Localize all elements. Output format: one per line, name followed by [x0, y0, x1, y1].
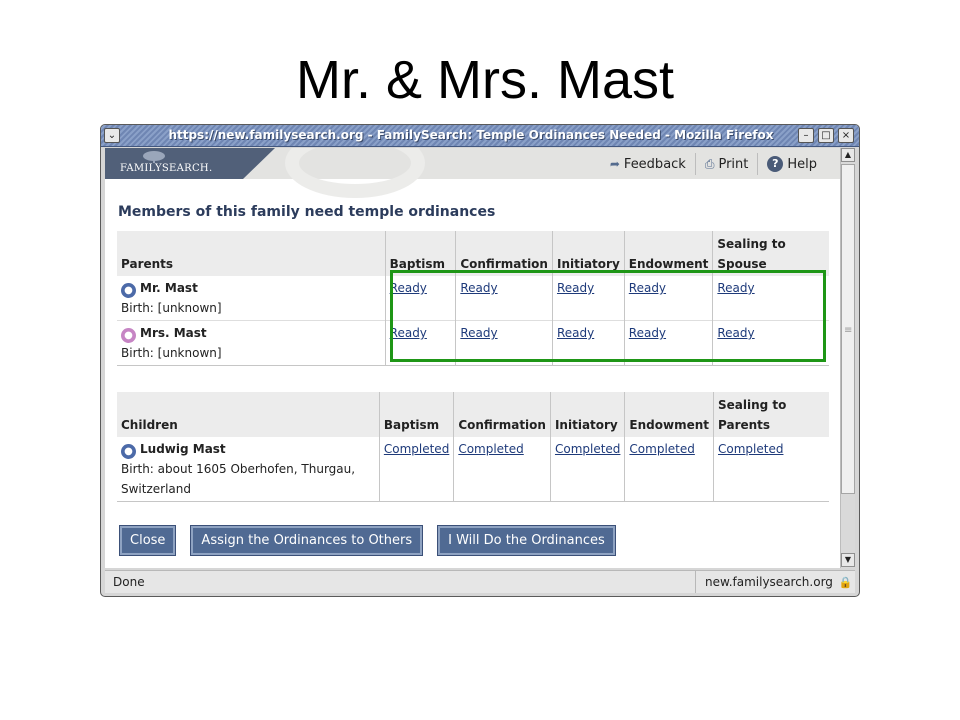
person-birth: Birth: [unknown] — [121, 346, 222, 360]
baptism-status-link[interactable]: Completed — [384, 442, 449, 456]
endowment-status-link[interactable]: Completed — [629, 442, 694, 456]
help-label: Help — [787, 156, 817, 172]
person-name[interactable]: Mrs. Mast — [140, 326, 207, 340]
person-cell: ● Ludwig Mast Birth: about 1605 Oberhofen… — [117, 437, 380, 502]
scroll-up-arrow[interactable]: ▲ — [841, 148, 855, 162]
sealing-status-link[interactable]: Completed — [718, 442, 783, 456]
action-buttons: Close Assign the Ordinances to Others I … — [119, 525, 630, 556]
person-name[interactable]: Mr. Mast — [140, 281, 198, 295]
initiatory-status-link[interactable]: Ready — [557, 281, 594, 295]
person-birth: Birth: [unknown] — [121, 301, 222, 315]
help-link[interactable]: ? Help — [757, 153, 826, 175]
status-url-panel: new.familysearch.org 🔒 — [695, 571, 855, 593]
page-viewport: FAMILYSEARCH. ➦ Feedback ⎙ Print ? Help … — [105, 148, 840, 568]
header-baptism: Baptism — [378, 392, 454, 437]
baptism-status-link[interactable]: Ready — [390, 326, 427, 340]
header-endowment: Endowment — [623, 231, 713, 276]
person-cell: ● Mrs. Mast Birth: [unknown] — [117, 320, 386, 366]
header-confirmation: Confirmation — [455, 231, 553, 276]
table-row: ● Ludwig Mast Birth: about 1605 Oberhofen… — [117, 437, 829, 502]
endowment-status-link[interactable]: Ready — [629, 326, 666, 340]
endowment-status-link[interactable]: Ready — [629, 281, 666, 295]
male-person-icon: ● — [121, 444, 136, 459]
header-sealing-to-spouse: Sealing to Spouse — [712, 231, 829, 276]
vertical-scrollbar[interactable]: ▲ ≡ ▼ — [840, 148, 855, 568]
help-icon: ? — [767, 156, 784, 172]
grip-icon: ≡ — [844, 325, 853, 336]
site-banner: FAMILYSEARCH. ➦ Feedback ⎙ Print ? Help — [105, 148, 840, 198]
feedback-link[interactable]: ➦ Feedback — [601, 153, 695, 175]
status-url: new.familysearch.org — [705, 575, 833, 589]
printer-icon: ⎙ — [704, 156, 715, 171]
male-person-icon: ● — [121, 283, 136, 298]
person-name[interactable]: Ludwig Mast — [140, 442, 226, 456]
female-person-icon: ● — [121, 328, 136, 343]
tree-icon — [143, 151, 165, 163]
confirmation-status-link[interactable]: Completed — [458, 442, 523, 456]
header-parents: Parents — [117, 231, 386, 276]
table-row: ● Mrs. Mast Birth: [unknown] Ready Ready … — [117, 320, 829, 366]
feedback-icon: ➦ — [609, 157, 620, 171]
header-baptism: Baptism — [384, 231, 456, 276]
parents-table: Parents Baptism Confirmation Initiatory … — [117, 231, 829, 366]
slide-title: Mr. & Mrs. Mast — [296, 50, 674, 110]
maximize-button[interactable]: □ — [818, 128, 834, 143]
sealing-status-link[interactable]: Ready — [717, 326, 754, 340]
initiatory-status-link[interactable]: Completed — [555, 442, 620, 456]
page-heading: Members of this family need temple ordin… — [118, 204, 496, 220]
top-nav: ➦ Feedback ⎙ Print ? Help — [601, 153, 826, 175]
print-link[interactable]: ⎙ Print — [694, 153, 758, 175]
feedback-label: Feedback — [623, 156, 686, 172]
confirmation-status-link[interactable]: Ready — [460, 281, 497, 295]
scroll-down-arrow[interactable]: ▼ — [841, 553, 855, 567]
confirmation-status-link[interactable]: Ready — [460, 326, 497, 340]
window-menu-button[interactable]: ⌄ — [104, 128, 120, 143]
status-bar: Done new.familysearch.org 🔒 — [105, 570, 855, 593]
close-button[interactable]: Close — [119, 525, 177, 556]
header-initiatory: Initiatory — [551, 231, 625, 276]
initiatory-status-link[interactable]: Ready — [557, 326, 594, 340]
browser-window: ⌄ https://new.familysearch.org - FamilyS… — [100, 124, 860, 597]
table-row: ● Mr. Mast Birth: [unknown] Ready Ready R… — [117, 276, 829, 321]
header-initiatory: Initiatory — [549, 392, 625, 437]
person-birth: Birth: about 1605 Oberhofen, Thurgau, Sw… — [121, 462, 356, 496]
assign-ordinances-button[interactable]: Assign the Ordinances to Others — [190, 525, 424, 556]
header-children: Children — [117, 392, 380, 437]
status-text: Done — [113, 575, 145, 589]
children-table: Children Baptism Confirmation Initiatory… — [117, 392, 829, 502]
banner-decoration — [285, 148, 425, 198]
sealing-status-link[interactable]: Ready — [717, 281, 754, 295]
close-window-button[interactable]: × — [838, 128, 854, 143]
window-title: https://new.familysearch.org - FamilySea… — [168, 128, 774, 142]
person-cell: ● Mr. Mast Birth: [unknown] — [117, 276, 385, 321]
do-ordinances-button[interactable]: I Will Do the Ordinances — [437, 525, 616, 556]
baptism-status-link[interactable]: Ready — [390, 281, 427, 295]
header-confirmation: Confirmation — [453, 392, 551, 437]
scroll-thumb[interactable]: ≡ — [841, 164, 855, 494]
title-bar[interactable]: ⌄ https://new.familysearch.org - FamilyS… — [101, 125, 859, 147]
print-label: Print — [718, 156, 749, 172]
header-endowment: Endowment — [624, 392, 714, 437]
minimize-button[interactable]: – — [798, 128, 814, 143]
header-sealing-to-parents: Sealing to Parents — [713, 392, 829, 437]
lock-icon[interactable]: 🔒 — [839, 572, 853, 594]
logo-text: FAMILYSEARCH. — [120, 163, 213, 174]
familysearch-logo[interactable]: FAMILYSEARCH. — [105, 148, 275, 179]
